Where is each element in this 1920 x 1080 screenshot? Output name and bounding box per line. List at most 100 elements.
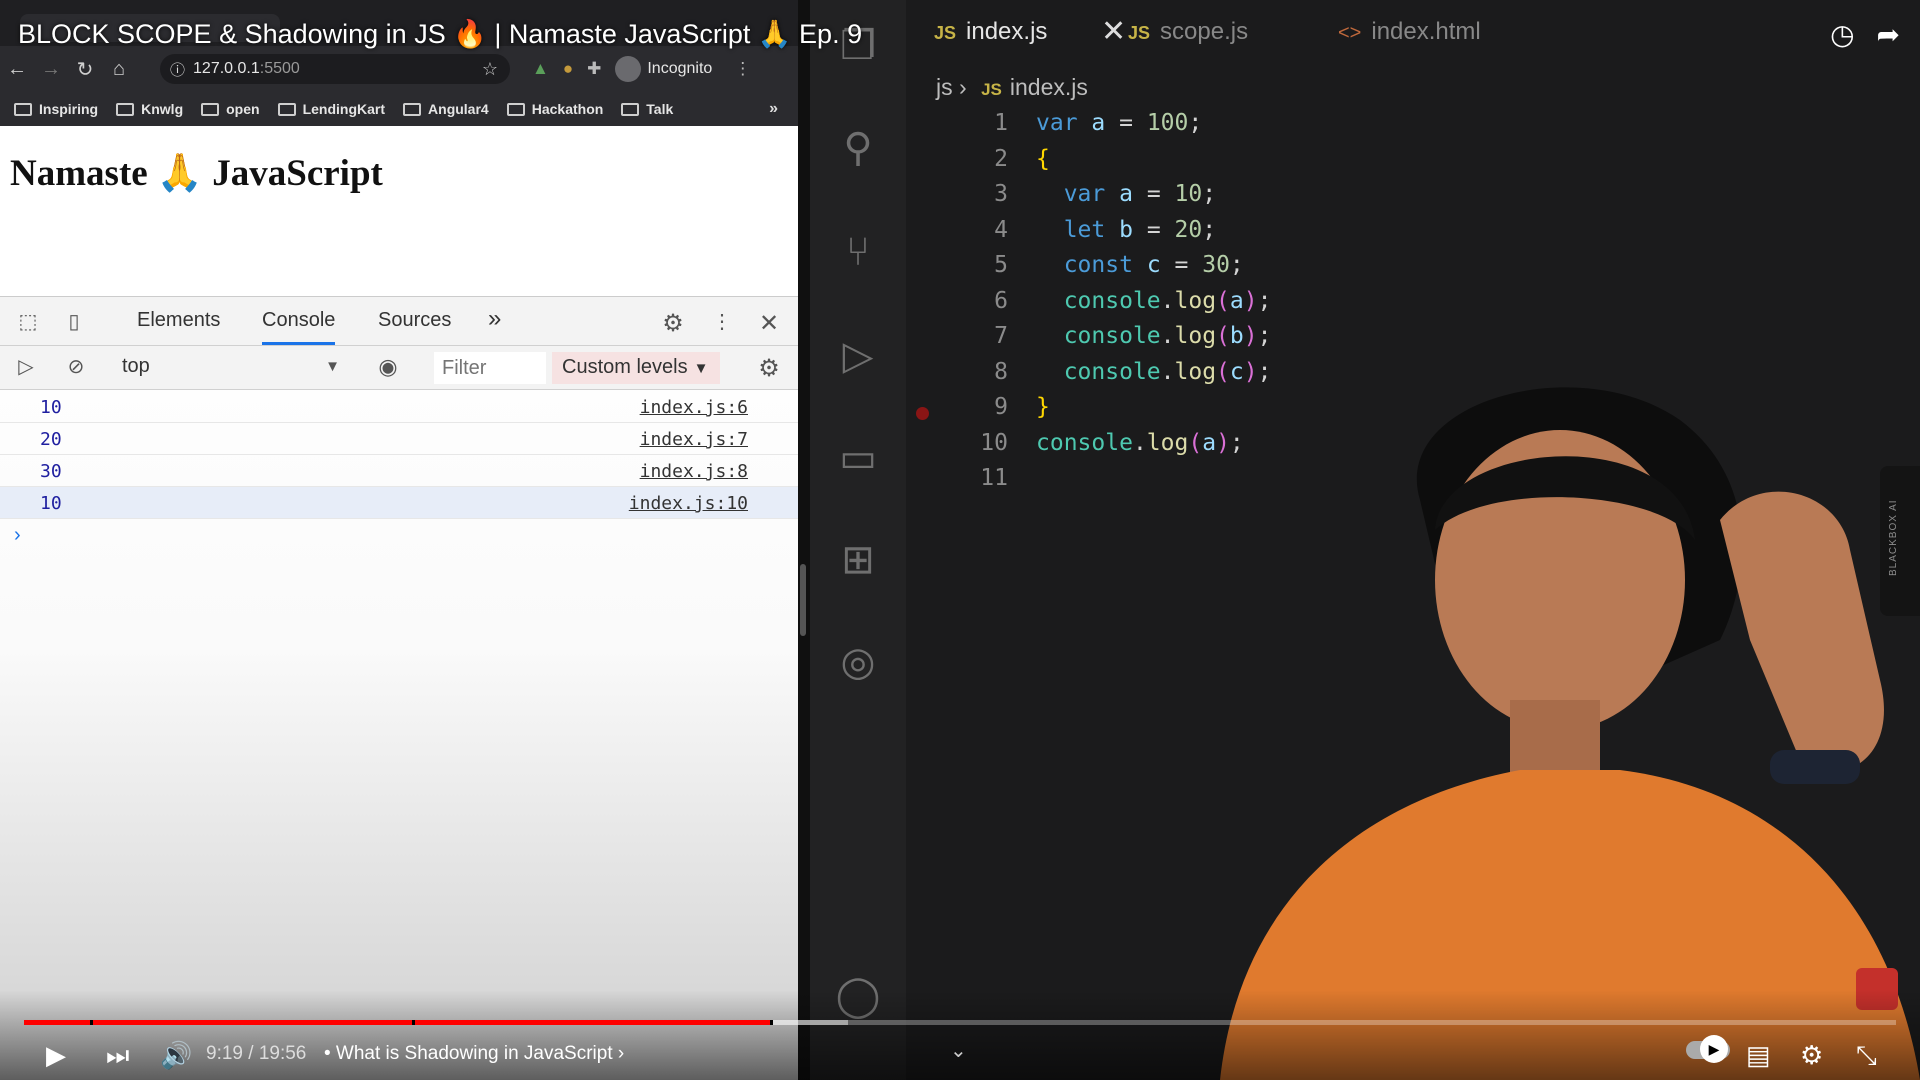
remote-explorer-icon[interactable]: ▭ <box>832 432 884 484</box>
cookie-extension-icon[interactable]: ● <box>563 59 573 79</box>
code-token: ; <box>1257 323 1272 349</box>
search-icon[interactable]: ⚲ <box>832 122 884 174</box>
log-levels-dropdown[interactable]: Custom levels ▼ <box>552 352 720 384</box>
omnibox[interactable]: ⓘ 127.0.0.1:5500 ☆ <box>160 54 510 84</box>
log-value: 20 <box>40 429 62 450</box>
context-label: top <box>122 355 150 377</box>
line-number-gutter: 1 2 3 4 5 6 7 8 9 10 11 <box>936 110 1026 501</box>
activity-bar: ❐ ⚲ ⑂ ▷ ▭ ⊞ ◎ ◯ <box>810 0 906 1080</box>
chevron-down-icon[interactable]: ⌄ <box>950 1038 967 1063</box>
code-line[interactable]: console.log(b); <box>1036 323 1536 359</box>
tab-index-html[interactable]: <> index.html <box>1338 18 1481 46</box>
breadcrumb-folder[interactable]: js <box>936 74 953 100</box>
bookmark-item[interactable]: Talk <box>621 101 673 117</box>
devtools-menu-icon[interactable]: ⋮ <box>708 309 736 335</box>
share-icon[interactable]: ➦ <box>1877 18 1900 51</box>
progress-bar[interactable] <box>24 1020 1896 1025</box>
subtitles-icon[interactable]: ▤ <box>1746 1040 1771 1071</box>
tab-sources[interactable]: Sources <box>378 309 451 332</box>
line-number: 7 <box>994 323 1008 349</box>
more-tabs-button[interactable]: » <box>488 305 501 333</box>
filter-input[interactable] <box>434 352 546 384</box>
incognito-indicator[interactable]: Incognito <box>615 56 712 82</box>
reload-icon[interactable]: ↻ <box>68 54 102 84</box>
bookmark-item[interactable]: Knwlg <box>116 101 183 117</box>
bookmark-item[interactable]: Hackathon <box>506 101 603 117</box>
code-line[interactable]: let b = 20; <box>1036 217 1536 253</box>
extension-icon[interactable]: ▲ <box>532 59 549 79</box>
code-token: ) <box>1243 287 1258 314</box>
breadcrumb-file[interactable]: index.js <box>1010 74 1088 100</box>
breadcrumb: js › JS index.js <box>936 74 1088 101</box>
tab-label: index.html <box>1371 18 1481 45</box>
context-selector[interactable]: top ▼ <box>110 352 350 382</box>
bookmark-item[interactable]: open <box>201 101 260 117</box>
tab-scope-js[interactable]: JS scope.js <box>1128 18 1248 46</box>
chapter-marker <box>90 1020 93 1025</box>
exit-fullscreen-icon[interactable]: ⤡ <box>1856 1040 1877 1072</box>
code-line[interactable]: const c = 30; <box>1036 252 1536 288</box>
bookmark-item[interactable]: Angular4 <box>403 101 489 117</box>
inspect-element-icon[interactable]: ⬚ <box>14 309 42 335</box>
incognito-icon <box>615 56 642 82</box>
back-icon[interactable]: ← <box>0 54 34 84</box>
play-icon[interactable]: ▶ <box>46 1040 66 1071</box>
log-value: 30 <box>40 461 62 482</box>
code-token: ( <box>1216 323 1230 349</box>
breakpoint-marker[interactable] <box>916 407 929 420</box>
log-source-link[interactable]: index.js:7 <box>640 429 748 450</box>
tab-console[interactable]: Console <box>262 309 336 345</box>
watch-later-icon[interactable]: ◷ <box>1830 18 1854 51</box>
caret-down-icon: ▼ <box>325 358 340 375</box>
code-token: ; <box>1202 181 1217 207</box>
log-source-link[interactable]: index.js:6 <box>640 397 748 418</box>
code-token: . <box>1132 429 1147 456</box>
chapter-title[interactable]: • What is Shadowing in JavaScript › <box>324 1043 624 1065</box>
console-message: 10 index.js:6 <box>0 391 798 423</box>
split-resize-handle[interactable] <box>800 564 806 636</box>
log-source-link[interactable]: index.js:8 <box>640 461 748 482</box>
forward-icon[interactable]: → <box>34 54 68 84</box>
log-source-link[interactable]: index.js:10 <box>629 493 748 514</box>
menu-kebab-icon[interactable]: ⋮ <box>734 59 751 79</box>
home-icon[interactable]: ⌂ <box>102 54 136 84</box>
git-graph-icon[interactable]: ◎ <box>832 636 884 688</box>
log-value: 10 <box>40 493 62 514</box>
code-token: . <box>1160 323 1175 349</box>
code-line[interactable]: var a = 10; <box>1036 181 1536 217</box>
line-number: 8 <box>994 358 1008 385</box>
run-debug-icon[interactable]: ▷ <box>832 330 884 382</box>
settings-gear-icon[interactable]: ⚙ <box>659 309 687 337</box>
tab-elements[interactable]: Elements <box>137 309 220 332</box>
code-line[interactable]: var a = 100; <box>1036 110 1536 146</box>
console-toolbar: ▷ ⊘ top ▼ ◉ Custom levels ▼ ⚙ <box>0 346 798 390</box>
extensions-icon[interactable]: ⊞ <box>832 534 884 586</box>
code-token: ) <box>1243 323 1258 349</box>
console-prompt[interactable]: › <box>14 524 21 547</box>
source-control-icon[interactable]: ⑂ <box>832 226 884 278</box>
volume-icon[interactable]: 🔊 <box>160 1040 192 1071</box>
next-icon[interactable]: ⏭ <box>106 1040 129 1072</box>
device-toolbar-icon[interactable]: ▯ <box>60 309 88 335</box>
code-line[interactable]: console.log(a); <box>1036 288 1536 324</box>
bookmark-item[interactable]: LendingKart <box>277 101 385 117</box>
incognito-label: Incognito <box>647 60 713 77</box>
sidebar-toggle-icon[interactable]: ▷ <box>12 354 40 380</box>
bookmark-item[interactable]: Inspiring <box>14 101 98 117</box>
bookmark-label: Talk <box>646 101 674 117</box>
clear-console-icon[interactable]: ⊘ <box>62 354 90 380</box>
eye-icon[interactable]: ◉ <box>374 354 402 380</box>
tab-index-js[interactable]: JS index.js <box>934 18 1047 46</box>
close-tab-icon[interactable]: ✕ <box>1101 14 1126 49</box>
console-settings-icon[interactable]: ⚙ <box>755 354 783 382</box>
code-token: a <box>1229 287 1244 314</box>
settings-icon[interactable]: ⚙ <box>1800 1040 1823 1071</box>
line-number: 11 <box>980 465 1008 491</box>
close-devtools-icon[interactable]: ✕ <box>755 309 783 337</box>
code-line[interactable]: { <box>1036 146 1536 182</box>
info-icon[interactable]: ⓘ <box>170 59 185 80</box>
puzzle-icon[interactable]: ✚ <box>587 59 601 79</box>
bookmarks-overflow[interactable]: » <box>769 100 778 118</box>
star-icon[interactable]: ☆ <box>482 59 498 80</box>
